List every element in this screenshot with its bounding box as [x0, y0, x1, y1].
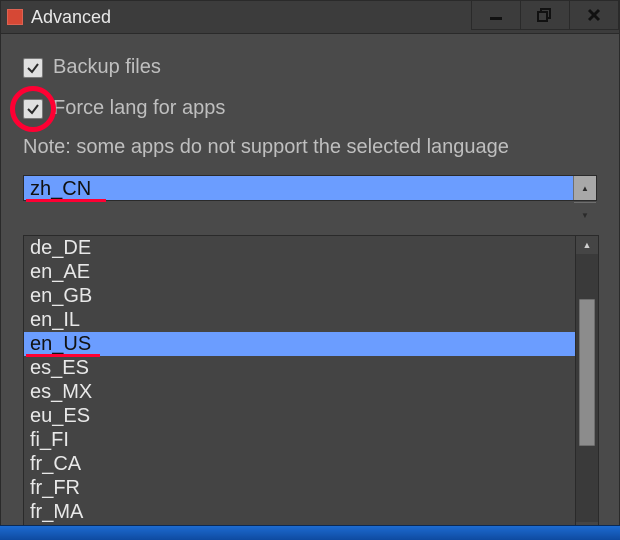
force-lang-checkbox[interactable] — [23, 99, 43, 119]
close-button[interactable] — [569, 0, 619, 30]
dropdown-item[interactable]: en_IL — [24, 308, 576, 332]
backup-files-row: Backup files — [23, 56, 597, 79]
scroll-up-icon[interactable]: ▲ — [576, 236, 598, 254]
app-icon — [7, 9, 23, 25]
stepper-up-icon[interactable]: ▲ — [574, 176, 596, 203]
dropdown-item[interactable]: fi_FI — [24, 428, 576, 452]
advanced-window: Advanced — [0, 0, 620, 540]
scroll-thumb[interactable] — [579, 299, 595, 446]
dropdown-item[interactable]: es_MX — [24, 380, 576, 404]
backup-files-label: Backup files — [53, 56, 161, 79]
titlebar[interactable]: Advanced — [1, 1, 619, 34]
backup-files-checkbox[interactable] — [23, 58, 43, 78]
dropdown-scrollbar[interactable]: ▲ ▼ — [575, 236, 598, 540]
dropdown-item[interactable]: fr_MA — [24, 500, 576, 524]
note-text: Note: some apps do not support the selec… — [23, 136, 597, 159]
force-lang-label: Force lang for apps — [53, 97, 225, 120]
minimize-button[interactable] — [471, 0, 521, 30]
dropdown-item[interactable]: de_DE — [24, 236, 576, 260]
stepper-down-icon[interactable]: ▼ — [574, 203, 596, 229]
language-combo[interactable]: zh_CN ▲ ▼ — [23, 175, 597, 201]
dropdown-item[interactable]: en_US — [24, 332, 576, 356]
checkmark-icon — [26, 102, 40, 116]
dropdown-item[interactable]: fr_FR — [24, 476, 576, 500]
window-controls — [472, 0, 619, 30]
window-title: Advanced — [31, 7, 111, 28]
dropdown-item[interactable]: eu_ES — [24, 404, 576, 428]
combo-stepper[interactable]: ▲ ▼ — [573, 176, 596, 200]
language-dropdown: de_DEen_AEen_GBen_ILen_USes_ESes_MXeu_ES… — [23, 235, 599, 540]
force-lang-row: Force lang for apps — [23, 97, 597, 120]
dropdown-item[interactable]: en_AE — [24, 260, 576, 284]
scroll-track[interactable] — [576, 254, 598, 522]
dropdown-item[interactable]: fr_CA — [24, 452, 576, 476]
combo-selected-value: zh_CN — [30, 178, 91, 200]
dropdown-item[interactable]: en_GB — [24, 284, 576, 308]
taskbar — [0, 525, 620, 540]
maximize-button[interactable] — [520, 0, 570, 30]
dropdown-list[interactable]: de_DEen_AEen_GBen_ILen_USes_ESes_MXeu_ES… — [24, 236, 576, 540]
content-area: Backup files Force lang for apps Note: s… — [1, 34, 619, 201]
dropdown-item[interactable]: es_ES — [24, 356, 576, 380]
checkmark-icon — [26, 61, 40, 75]
